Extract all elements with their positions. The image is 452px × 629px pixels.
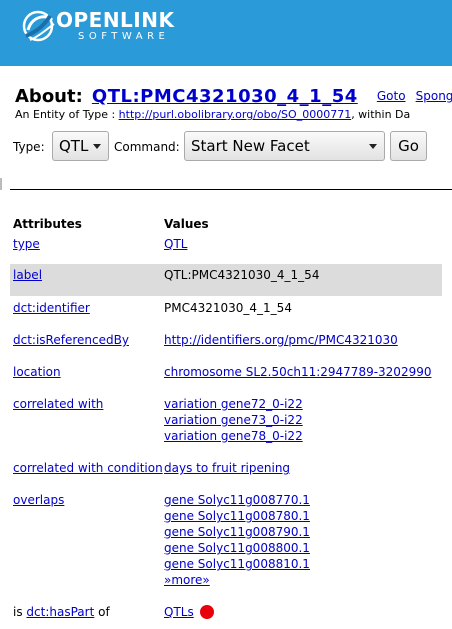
attr-location-link[interactable]: location <box>13 364 61 380</box>
command-label: Command: <box>114 140 180 154</box>
entity-title-link[interactable]: QTL:PMC4321030_4_1_54 <box>92 86 358 107</box>
type-select-value: QTL <box>59 137 89 155</box>
table-row-type: type QTL <box>10 236 442 254</box>
logo-wordmark: OPENLINK <box>56 8 175 32</box>
more-link[interactable]: »more» <box>164 573 210 587</box>
chevron-down-icon <box>93 144 101 149</box>
attr-label-link[interactable]: label <box>13 267 42 283</box>
about-label: About: <box>15 86 83 107</box>
openlink-swirl-icon <box>22 10 55 42</box>
values-header: Values <box>164 217 209 231</box>
table-row-overlaps: overlaps gene Solyc11g008770.1 gene Soly… <box>10 492 442 590</box>
value-link[interactable]: gene Solyc11g008770.1 <box>164 493 310 507</box>
command-select[interactable]: Start New Facet <box>184 131 385 161</box>
attr-prefix: is <box>13 605 23 619</box>
label-value: QTL:PMC4321030_4_1_54 <box>164 268 320 282</box>
value-link[interactable]: http://identifiers.org/pmc/PMC4321030 <box>164 333 398 347</box>
value-link[interactable]: chromosome SL2.50ch11:2947789-3202990 <box>164 365 431 379</box>
type-select[interactable]: QTL <box>52 131 109 161</box>
table-row-label: label QTL:PMC4321030_4_1_54 <box>10 264 442 296</box>
value-link[interactable]: QTLs <box>164 605 194 619</box>
value-link[interactable]: variation gene72_0-i22 <box>164 397 303 411</box>
attr-referenced-by-link[interactable]: dct:isReferencedBy <box>13 332 129 348</box>
attr-suffix: of <box>98 605 110 619</box>
attr-type-link[interactable]: type <box>13 236 40 252</box>
chevron-down-icon <box>369 144 377 149</box>
value-link[interactable]: gene Solyc11g008790.1 <box>164 525 310 539</box>
table-row-referenced-by: dct:isReferencedBy http://identifiers.or… <box>10 332 442 350</box>
entity-type-line: An Entity of Type : http://purl.obolibra… <box>15 108 410 121</box>
attributes-header: Attributes <box>13 217 82 231</box>
attr-overlaps-link[interactable]: overlaps <box>13 492 64 508</box>
value-link[interactable]: variation gene73_0-i22 <box>164 413 303 427</box>
table-row-correlated-with: correlated with variation gene72_0-i22 v… <box>10 396 442 446</box>
sponge-link[interactable]: Sponge <box>416 89 452 103</box>
attr-has-part: is dct:hasPart of <box>13 604 110 620</box>
table-row-correlated-condition: correlated with condition days to fruit … <box>10 460 442 478</box>
identifier-value: PMC4321030_4_1_54 <box>164 301 292 315</box>
goto-link[interactable]: Goto <box>377 89 406 103</box>
value-link[interactable]: gene Solyc11g008780.1 <box>164 509 310 523</box>
attr-correlated-with-link[interactable]: correlated with <box>13 396 103 412</box>
value-link[interactable]: variation gene78_0-i22 <box>164 429 303 443</box>
value-link[interactable]: QTL <box>164 237 187 251</box>
command-select-value: Start New Facet <box>191 137 310 155</box>
value-link[interactable]: gene Solyc11g008810.1 <box>164 557 310 571</box>
section-divider <box>10 189 452 190</box>
page-title: About: QTL:PMC4321030_4_1_54 Goto Sponge <box>15 86 452 107</box>
go-button[interactable]: Go <box>390 131 427 161</box>
entity-type-prefix: An Entity of Type : <box>15 108 116 121</box>
attr-identifier-link[interactable]: dct:identifier <box>13 300 90 316</box>
attr-has-part-link[interactable]: dct:hasPart <box>26 605 94 619</box>
value-link[interactable]: gene Solyc11g008800.1 <box>164 541 310 555</box>
header-banner: OPENLINK SOFTWARE <box>0 0 452 66</box>
value-link[interactable]: days to fruit ripening <box>164 461 290 475</box>
type-label: Type: <box>13 140 45 154</box>
entity-type-suffix: , within Da <box>351 108 411 121</box>
red-dot-icon <box>199 604 214 619</box>
attr-correlated-condition-link[interactable]: correlated with condition <box>13 460 163 476</box>
logo-subtitle: SOFTWARE <box>78 31 170 42</box>
entity-type-link[interactable]: http://purl.obolibrary.org/obo/SO_000077… <box>119 108 352 121</box>
page-edge-marker <box>0 178 2 190</box>
table-row-has-part: is dct:hasPart of QTLs <box>10 604 442 622</box>
table-row-identifier: dct:identifier PMC4321030_4_1_54 <box>10 300 442 318</box>
table-row-location: location chromosome SL2.50ch11:2947789-3… <box>10 364 442 382</box>
